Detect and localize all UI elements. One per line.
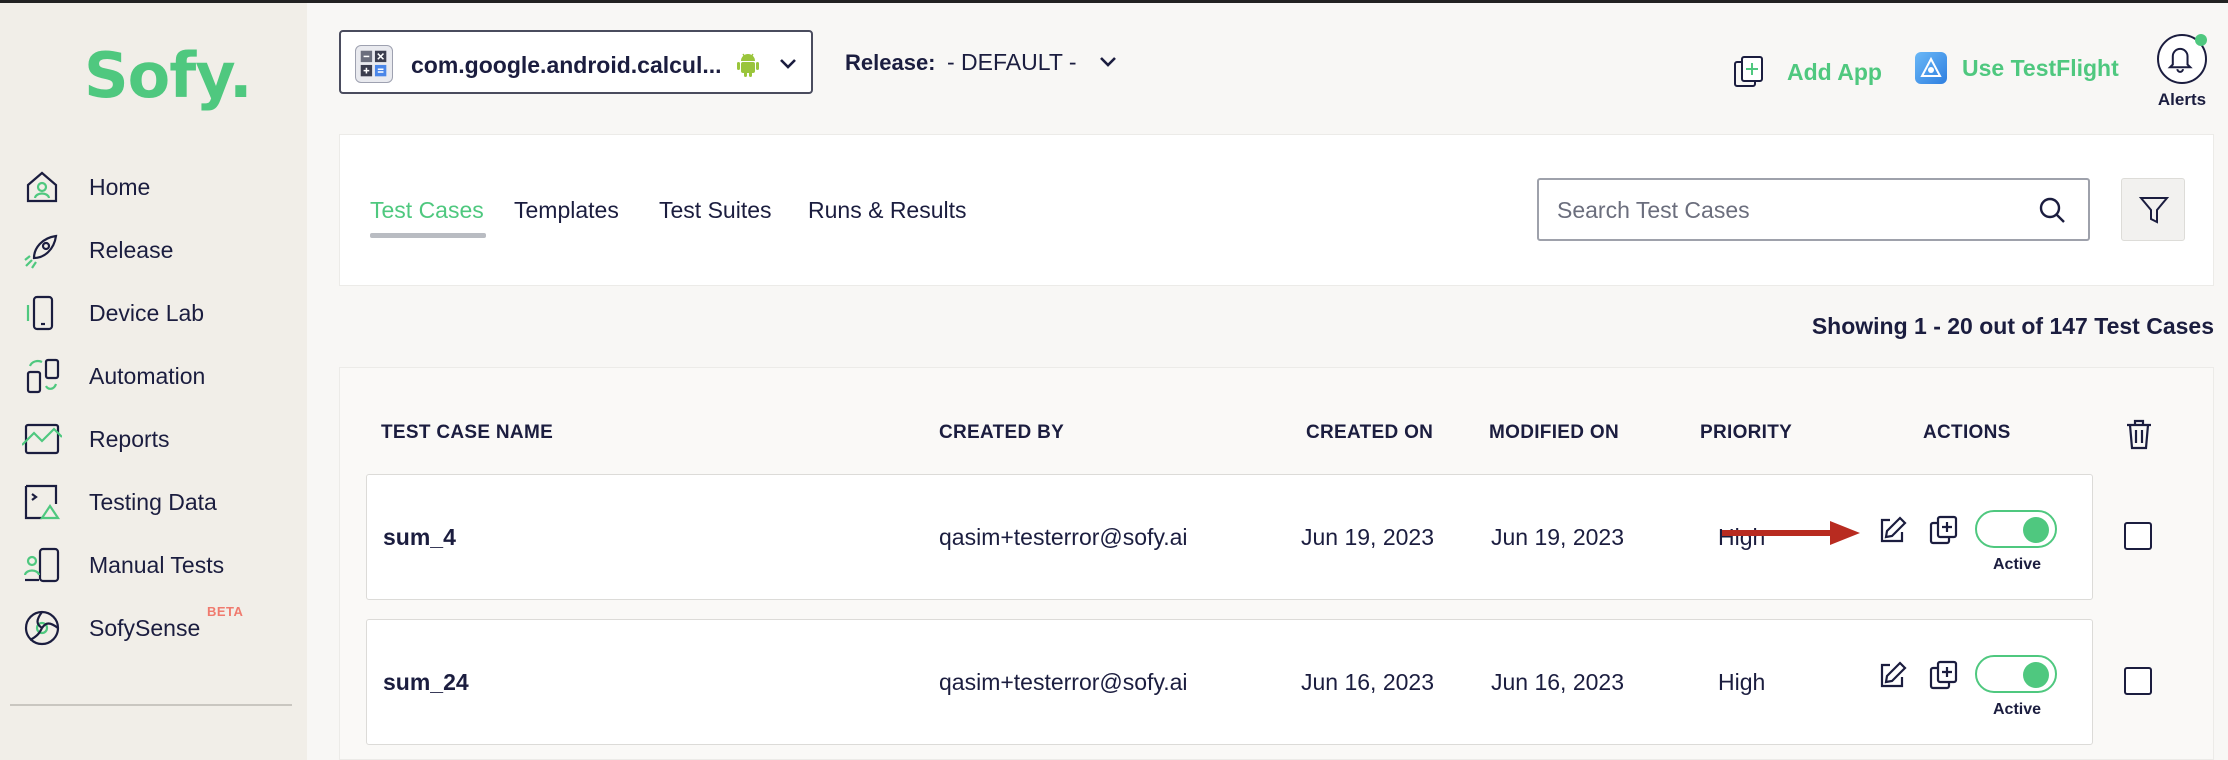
tab-test-suites[interactable]: Test Suites bbox=[659, 197, 772, 224]
modified-on: Jun 19, 2023 bbox=[1491, 524, 1625, 550]
row-checkbox[interactable] bbox=[2124, 522, 2152, 550]
column-header-priority[interactable]: PRIORITY bbox=[1700, 422, 1792, 444]
add-app-icon bbox=[1734, 56, 1763, 87]
automation-icon bbox=[26, 358, 60, 394]
duplicate-icon[interactable] bbox=[1928, 659, 1960, 691]
sofy-logo[interactable]: Sofy. bbox=[84, 39, 252, 112]
created-on: Jun 16, 2023 bbox=[1301, 669, 1435, 695]
sidebar: Sofy. Home Release Device Lab Automation… bbox=[0, 3, 307, 760]
toggle-status-label: Active bbox=[1993, 701, 2042, 718]
beta-badge: BETA bbox=[207, 604, 244, 619]
table-row[interactable] bbox=[366, 619, 2093, 745]
sofysense-icon bbox=[24, 610, 60, 646]
test-case-name[interactable]: sum_24 bbox=[383, 669, 469, 696]
tab-test-cases[interactable]: Test Cases bbox=[370, 197, 484, 224]
active-toggle[interactable] bbox=[1975, 510, 2057, 548]
testflight-icon bbox=[1915, 52, 1947, 84]
app-selector[interactable]: com.google.android.calcul... bbox=[339, 30, 813, 94]
sidebar-item-label: SofySense bbox=[89, 614, 201, 641]
reports-icon bbox=[22, 423, 62, 455]
toggle-knob bbox=[2023, 517, 2049, 543]
sidebar-item-label: Automation bbox=[89, 362, 206, 389]
priority: High bbox=[1718, 669, 1766, 695]
add-app-label: Add App bbox=[1787, 58, 1882, 85]
android-icon bbox=[737, 53, 759, 77]
manual-tests-icon bbox=[23, 547, 60, 583]
toggle-knob bbox=[2023, 662, 2049, 688]
filter-icon bbox=[2138, 197, 2170, 224]
alerts-label: Alerts bbox=[2157, 90, 2207, 109]
sidebar-item-testing-data[interactable]: Testing Data bbox=[0, 474, 307, 530]
red-arrow-annotation bbox=[1722, 521, 1860, 545]
sidebar-item-label: Manual Tests bbox=[89, 551, 225, 578]
active-toggle[interactable] bbox=[1975, 655, 2057, 693]
home-icon bbox=[26, 171, 58, 203]
duplicate-icon[interactable] bbox=[1928, 514, 1960, 546]
use-testflight-label: Use TestFlight bbox=[1962, 54, 2119, 81]
tab-templates[interactable]: Templates bbox=[514, 197, 619, 224]
bell-icon bbox=[2157, 34, 2207, 84]
modified-on: Jun 16, 2023 bbox=[1491, 669, 1625, 695]
sidebar-item-sofysense[interactable]: SofySense BETA bbox=[0, 600, 307, 656]
sidebar-item-label: Reports bbox=[89, 425, 170, 452]
app-name: com.google.android.calcul... bbox=[411, 52, 722, 78]
sidebar-item-manual-tests[interactable]: Manual Tests bbox=[0, 537, 307, 593]
chevron-down-icon bbox=[780, 59, 796, 69]
column-header-created-by[interactable]: CREATED BY bbox=[939, 422, 1064, 444]
results-count: Showing 1 - 20 out of 147 Test Cases bbox=[1811, 313, 2214, 339]
use-testflight-button[interactable]: Use TestFlight bbox=[1915, 52, 2119, 84]
release-value[interactable]: - DEFAULT - bbox=[947, 49, 1077, 76]
column-header-actions: ACTIONS bbox=[1923, 422, 2011, 443]
rocket-icon bbox=[24, 234, 58, 269]
tab-runs-results[interactable]: Runs & Results bbox=[808, 197, 967, 224]
trash-icon[interactable] bbox=[2125, 418, 2153, 450]
sidebar-divider bbox=[10, 704, 292, 706]
created-by: qasim+testerror@sofy.ai bbox=[939, 524, 1188, 550]
sidebar-item-label: Testing Data bbox=[89, 488, 217, 515]
sidebar-item-reports[interactable]: Reports bbox=[0, 411, 307, 467]
sidebar-item-device-lab[interactable]: Device Lab bbox=[0, 285, 307, 341]
active-tab-indicator bbox=[370, 233, 486, 238]
toggle-status-label: Active bbox=[1993, 556, 2042, 573]
column-header-name[interactable]: TEST CASE NAME bbox=[381, 422, 553, 444]
sidebar-item-home[interactable]: Home bbox=[0, 159, 307, 215]
search-box bbox=[1537, 178, 2090, 241]
column-header-created-on[interactable]: CREATED ON bbox=[1306, 422, 1433, 444]
test-case-name[interactable]: sum_4 bbox=[383, 524, 456, 551]
sidebar-item-label: Device Lab bbox=[89, 299, 205, 326]
edit-icon[interactable] bbox=[1876, 514, 1908, 546]
window-top-border bbox=[0, 0, 2228, 3]
notification-dot bbox=[2195, 34, 2207, 46]
column-header-modified-on[interactable]: MODIFIED ON bbox=[1489, 422, 1619, 444]
created-by: qasim+testerror@sofy.ai bbox=[939, 669, 1188, 695]
search-icon[interactable] bbox=[2038, 196, 2066, 224]
created-on: Jun 19, 2023 bbox=[1301, 524, 1435, 550]
chevron-down-icon[interactable] bbox=[1098, 52, 1118, 72]
calculator-app-icon bbox=[355, 45, 393, 83]
testing-data-icon bbox=[24, 484, 61, 520]
phone-icon bbox=[26, 295, 54, 331]
filter-button[interactable] bbox=[2121, 178, 2185, 241]
sidebar-item-automation[interactable]: Automation bbox=[0, 348, 307, 404]
add-app-button[interactable]: Add App bbox=[1731, 54, 1882, 90]
tabs-panel: Test Cases Templates Test Suites Runs & … bbox=[339, 134, 2214, 286]
release-label: Release: bbox=[845, 50, 936, 75]
sidebar-item-label: Release bbox=[89, 236, 174, 263]
edit-icon[interactable] bbox=[1876, 659, 1908, 691]
search-input[interactable] bbox=[1557, 194, 2017, 226]
alerts-button[interactable]: Alerts bbox=[2152, 34, 2212, 110]
sidebar-item-release[interactable]: Release bbox=[0, 222, 307, 278]
row-checkbox[interactable] bbox=[2124, 667, 2152, 695]
sidebar-item-label: Home bbox=[89, 173, 151, 200]
